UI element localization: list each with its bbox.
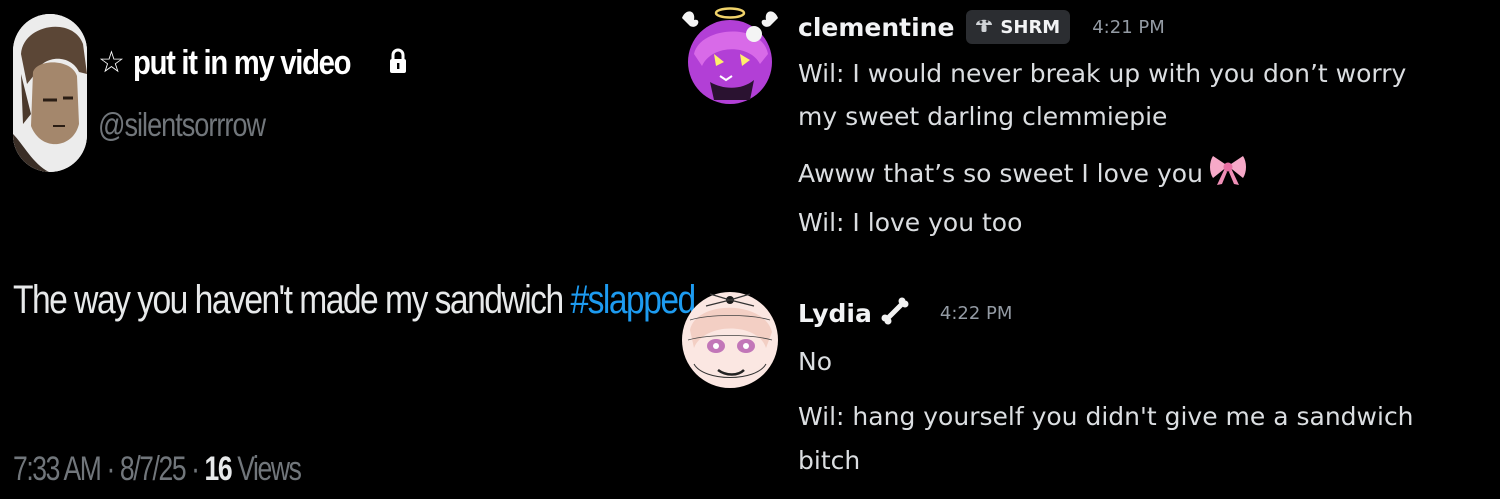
bone-icon — [880, 296, 910, 330]
separator: · — [191, 450, 200, 488]
tweet-panel: ☆ put it in my video @silentsorrrow The … — [0, 0, 696, 499]
chat-panel: clementine SHRM 4:21 PM Wil: I would nev… — [670, 0, 1500, 499]
tweet-meta: 7:33 AM · 8/7/25 · 16 Views — [13, 450, 302, 489]
message-line: No — [798, 347, 832, 376]
username-clementine[interactable]: clementine — [798, 13, 954, 42]
tweet-time[interactable]: 7:33 AM — [13, 450, 102, 488]
lock-icon — [389, 48, 407, 78]
badge-label: SHRM — [1000, 16, 1061, 38]
views-label: Views — [237, 450, 302, 488]
star-icon: ☆ — [98, 45, 125, 80]
message-line: bitch — [798, 446, 861, 475]
message-header-clementine: clementine SHRM 4:21 PM — [798, 10, 1165, 44]
avatar-lydia[interactable] — [680, 290, 780, 390]
message-header-lydia: Lydia 4:22 PM — [798, 296, 1012, 330]
message-line: Wil: I love you too — [798, 208, 1023, 237]
timestamp[interactable]: 4:21 PM — [1092, 17, 1165, 38]
tweet-author-row: ☆ put it in my video — [98, 38, 407, 88]
username-lydia[interactable]: Lydia — [798, 299, 872, 328]
message-line: my sweet darling clemmiepie — [798, 102, 1168, 131]
handle[interactable]: @silentsorrrow — [98, 106, 266, 144]
views-count: 16 — [204, 450, 233, 488]
tweet-date[interactable]: 8/7/25 — [120, 450, 187, 488]
pink-bow-emoji — [1209, 152, 1247, 196]
tweet-text: The way you haven't made my sandwich — [13, 278, 571, 322]
avatar-clementine[interactable] — [680, 4, 780, 104]
message-line: Wil: I would never break up with you don… — [798, 59, 1407, 88]
display-name[interactable]: put it in my video — [133, 44, 365, 83]
message-line: Wil: hang yourself you didn't give me a … — [798, 402, 1414, 431]
tweet-body: The way you haven't made my sandwich #sl… — [13, 278, 696, 323]
separator: · — [106, 450, 115, 488]
mushroom-icon — [974, 15, 994, 39]
message-text: Awww that’s so sweet I love you — [798, 159, 1203, 188]
timestamp[interactable]: 4:22 PM — [940, 303, 1013, 324]
tweet-avatar[interactable] — [13, 14, 87, 172]
message-line-with-emoji: Awww that’s so sweet I love you — [798, 152, 1247, 196]
server-tag-badge[interactable]: SHRM — [966, 10, 1071, 44]
